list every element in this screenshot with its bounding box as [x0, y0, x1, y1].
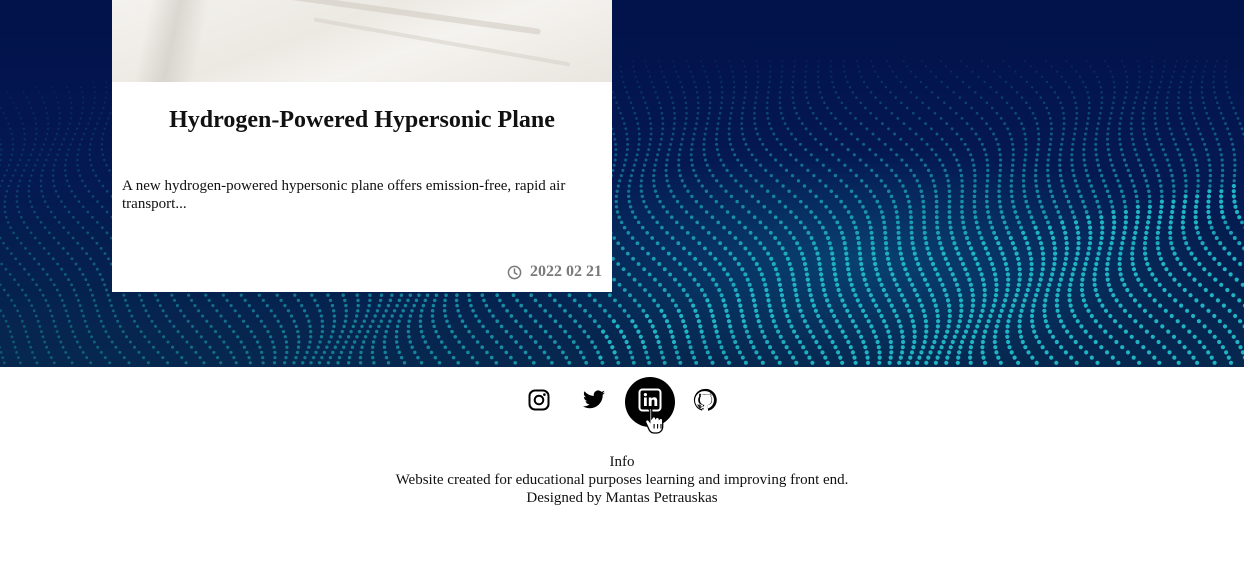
article-date-text: 2022 02 21	[530, 263, 602, 280]
article-card[interactable]: Hydrogen-Powered Hypersonic Plane A new …	[112, 0, 612, 292]
hand-cursor-icon	[644, 406, 666, 439]
github-icon	[692, 387, 718, 418]
article-title[interactable]: Hydrogen-Powered Hypersonic Plane	[112, 107, 612, 134]
twitter-link[interactable]	[569, 377, 619, 427]
footer-heading: Info	[609, 454, 635, 470]
instagram-icon	[527, 388, 551, 417]
social-links	[0, 377, 1244, 427]
article-date: 2022 02 21	[507, 263, 602, 281]
clock-icon	[507, 265, 522, 280]
github-link[interactable]	[680, 377, 730, 427]
article-image	[112, 0, 612, 82]
article-description: A new hydrogen-powered hypersonic plane …	[122, 178, 566, 212]
footer-description: Website created for educational purposes…	[395, 472, 849, 488]
twitter-icon	[581, 388, 607, 417]
instagram-link[interactable]	[514, 377, 564, 427]
footer-info: Info Website created for educational pur…	[0, 453, 1244, 507]
footer-credit: Designed by Mantas Petrauskas	[526, 490, 718, 506]
